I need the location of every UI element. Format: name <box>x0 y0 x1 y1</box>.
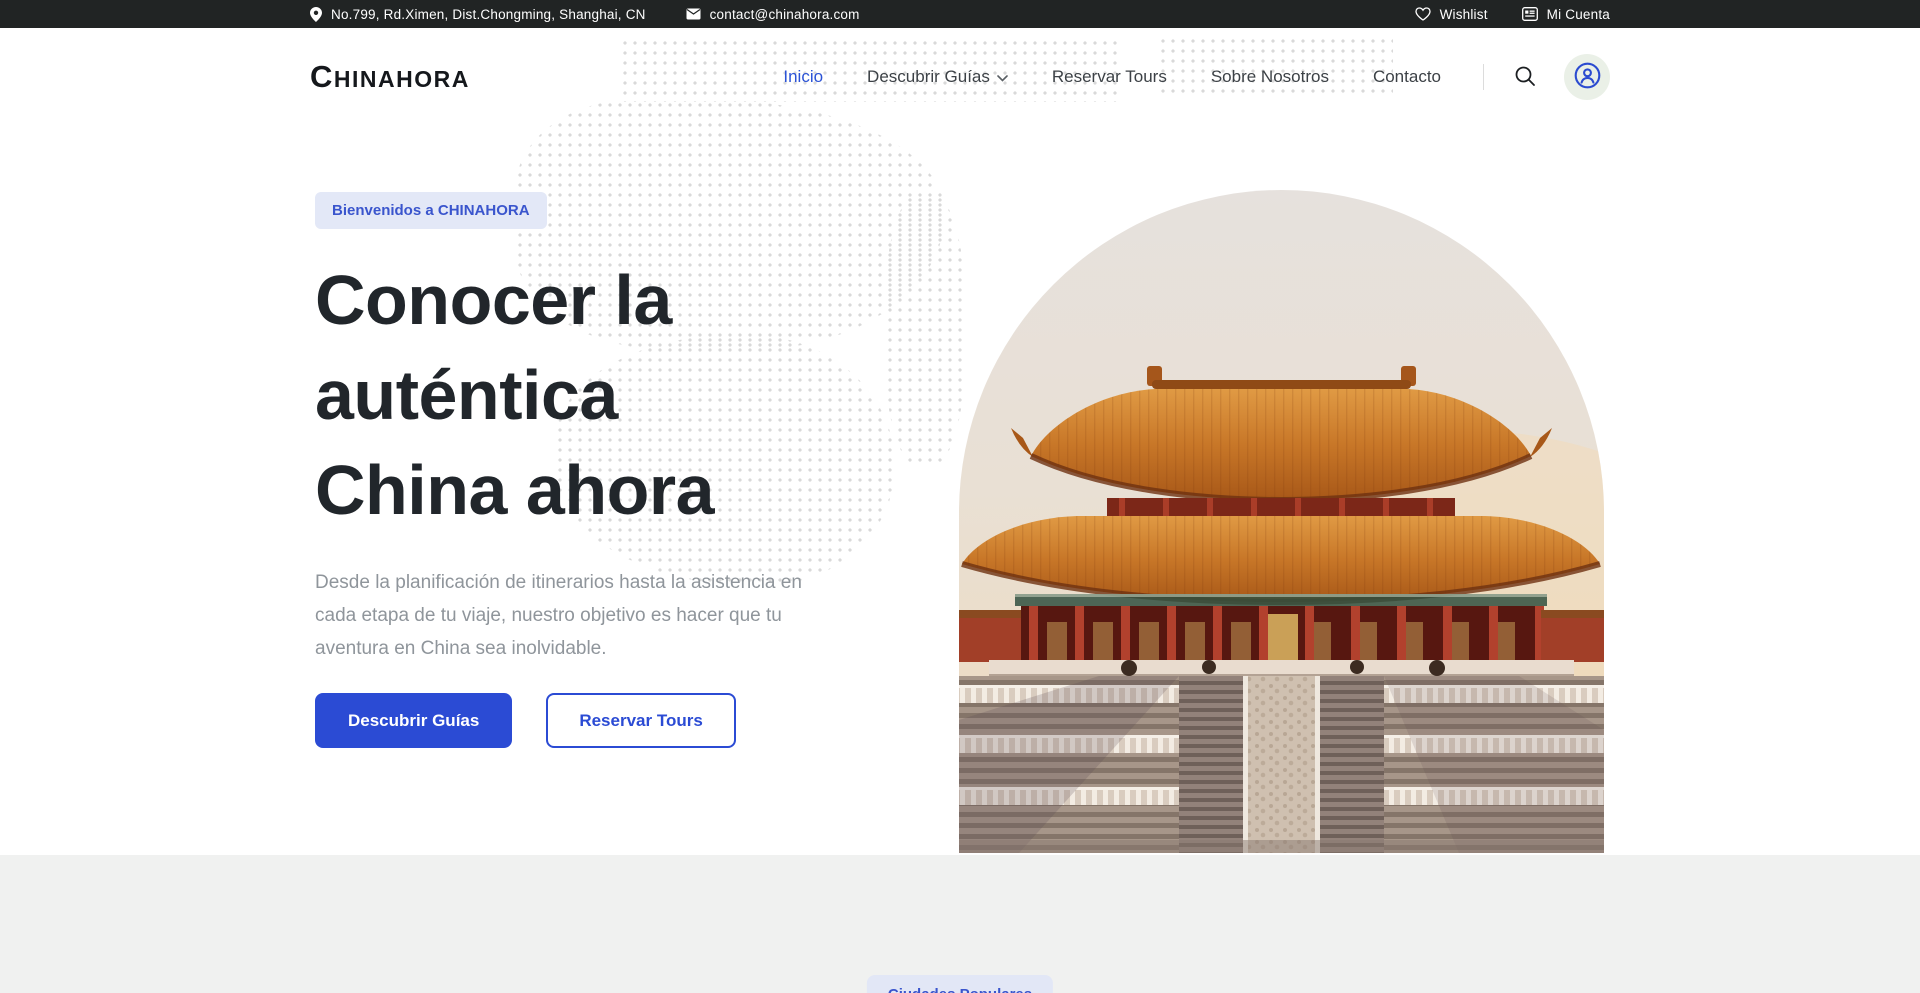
popular-cities-badge: Ciudades Populares <box>867 975 1053 993</box>
search-icon <box>1514 65 1536 90</box>
hero-description: Desde la planificación de itinerarios ha… <box>315 566 845 665</box>
wishlist-label: Wishlist <box>1440 7 1488 22</box>
nav-label: Sobre Nosotros <box>1211 67 1329 87</box>
topbar-address-text: No.799, Rd.Ximen, Dist.Chongming, Shangh… <box>331 7 646 22</box>
account-label: Mi Cuenta <box>1547 7 1610 22</box>
id-card-icon <box>1522 7 1538 21</box>
nav-item-sobre-nosotros[interactable]: Sobre Nosotros <box>1211 67 1329 87</box>
nav-label: Inicio <box>783 67 823 87</box>
topbar-email-text: contact@chinahora.com <box>710 7 860 22</box>
hero-title-line: auténtica <box>315 348 915 443</box>
topbar-email[interactable]: contact@chinahora.com <box>686 7 860 22</box>
user-icon <box>1574 62 1601 92</box>
nav-item-reservar-tours[interactable]: Reservar Tours <box>1052 67 1167 87</box>
nav-item-inicio[interactable]: Inicio <box>783 67 823 87</box>
nav-item-contacto[interactable]: Contacto <box>1373 67 1441 87</box>
nav-item-descubrir-guias[interactable]: Descubrir Guías <box>867 67 1008 87</box>
mail-icon <box>686 8 701 20</box>
main-header: CHINAHORA Inicio Descubrir Guías Reserva… <box>0 28 1920 126</box>
descubrir-guias-button[interactable]: Descubrir Guías <box>315 693 512 748</box>
account-avatar-button[interactable] <box>1564 54 1610 100</box>
location-pin-icon <box>310 7 322 22</box>
logo-first-letter: C <box>310 59 334 94</box>
hero-section: Bienvenidos a CHINAHORA Conocer la autén… <box>0 126 1920 855</box>
nav-label: Descubrir Guías <box>867 67 990 87</box>
heart-icon <box>1415 7 1431 21</box>
logo-rest: HINAHORA <box>334 66 470 92</box>
hero-title: Conocer la auténtica China ahora <box>315 253 915 538</box>
hero-title-line: Conocer la <box>315 253 915 348</box>
chevron-down-icon <box>997 67 1008 87</box>
main-nav: Inicio Descubrir Guías Reservar Tours So… <box>783 67 1441 87</box>
hero-title-line: China ahora <box>315 443 915 538</box>
wishlist-link[interactable]: Wishlist <box>1415 7 1488 22</box>
nav-label: Reservar Tours <box>1052 67 1167 87</box>
header-divider <box>1483 64 1484 90</box>
topbar: No.799, Rd.Ximen, Dist.Chongming, Shangh… <box>0 0 1920 28</box>
account-link[interactable]: Mi Cuenta <box>1522 7 1610 22</box>
site-logo[interactable]: CHINAHORA <box>310 59 470 95</box>
nav-label: Contacto <box>1373 67 1441 87</box>
popular-cities-section: Ciudades Populares <box>0 855 1920 993</box>
topbar-address: No.799, Rd.Ximen, Dist.Chongming, Shangh… <box>310 7 646 22</box>
search-button[interactable] <box>1514 65 1536 90</box>
reservar-tours-button[interactable]: Reservar Tours <box>546 693 735 748</box>
hero-badge: Bienvenidos a CHINAHORA <box>315 192 547 229</box>
hero-image-forbidden-city <box>959 190 1604 853</box>
